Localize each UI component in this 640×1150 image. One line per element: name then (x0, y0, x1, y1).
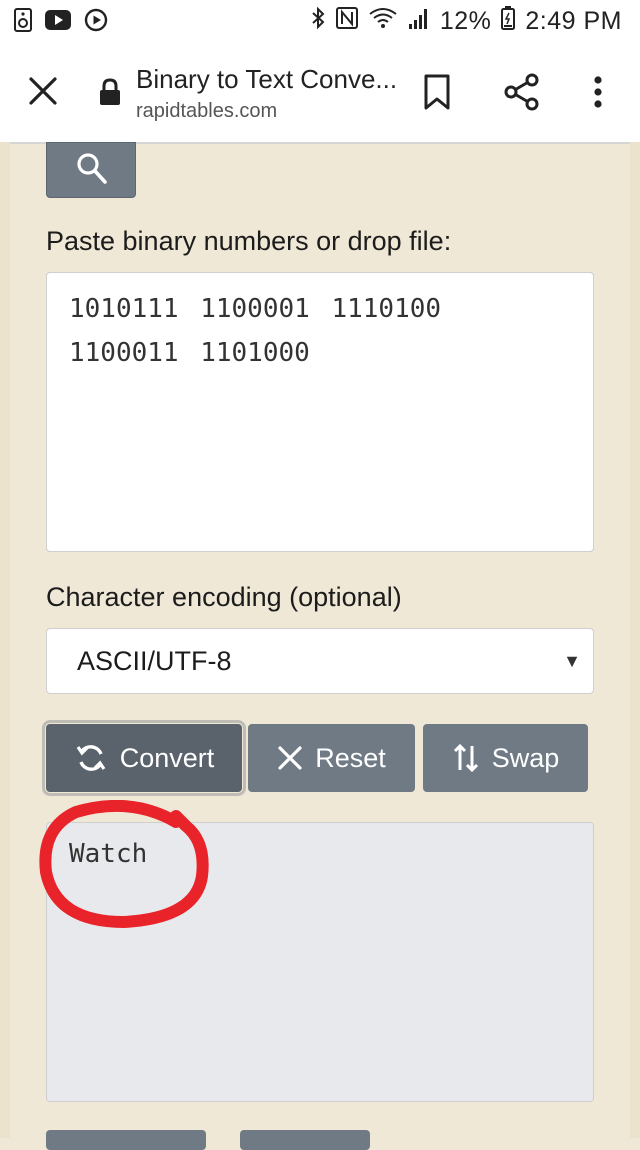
reset-button[interactable]: Reset (248, 724, 415, 792)
play-icon (84, 8, 108, 39)
reset-label: Reset (315, 742, 386, 773)
status-bar: 12% 2:49 PM (0, 0, 640, 42)
input-label: Paste binary numbers or drop file: (46, 226, 452, 256)
swap-button[interactable]: Swap (423, 724, 588, 792)
copy-button[interactable] (46, 1130, 206, 1150)
binary-input[interactable]: 1010111 1100001 1110100 1100011 1101000 (46, 272, 594, 552)
page-url: rapidtables.com (136, 100, 278, 122)
search-button[interactable] (46, 142, 136, 198)
dropdown-arrow-icon: ▼ (563, 651, 581, 671)
refresh-icon (76, 745, 106, 771)
wifi-icon (368, 6, 398, 37)
page-margin-right (630, 142, 640, 1138)
save-button[interactable] (240, 1130, 370, 1150)
convert-label: Convert (119, 742, 215, 773)
speaker-icon (14, 8, 32, 39)
more-icon[interactable] (586, 72, 610, 112)
nfc-icon (335, 6, 358, 37)
clock: 2:49 PM (525, 7, 622, 35)
page-margin-left (0, 142, 10, 1138)
lock-icon (98, 78, 122, 106)
bluetooth-icon (310, 6, 326, 37)
battery-percent: 12% (439, 7, 492, 35)
status-bar-right: 12% 2:49 PM (310, 6, 622, 37)
convert-button[interactable]: Convert (42, 720, 246, 796)
swap-arrows-icon (453, 743, 478, 773)
bookmark-icon[interactable] (422, 72, 452, 112)
swap-label: Swap (491, 742, 560, 773)
encoding-select-value: ASCII/UTF-8 (77, 646, 232, 676)
share-icon[interactable] (502, 72, 542, 112)
youtube-icon (44, 9, 72, 38)
encoding-label: Character encoding (optional) (46, 582, 402, 612)
page-title: Binary to Text Conve... (136, 64, 398, 94)
search-icon (77, 153, 107, 184)
battery-icon (501, 6, 516, 37)
status-bar-left (14, 8, 108, 39)
close-icon[interactable] (26, 74, 60, 108)
text-output[interactable]: Watch (46, 822, 594, 1102)
custom-tab-toolbar: Binary to Text Conve... rapidtables.com (0, 42, 640, 144)
encoding-select[interactable]: ASCII/UTF-8 ▼ (46, 628, 594, 694)
signal-icon (408, 6, 430, 37)
x-icon (278, 746, 302, 770)
